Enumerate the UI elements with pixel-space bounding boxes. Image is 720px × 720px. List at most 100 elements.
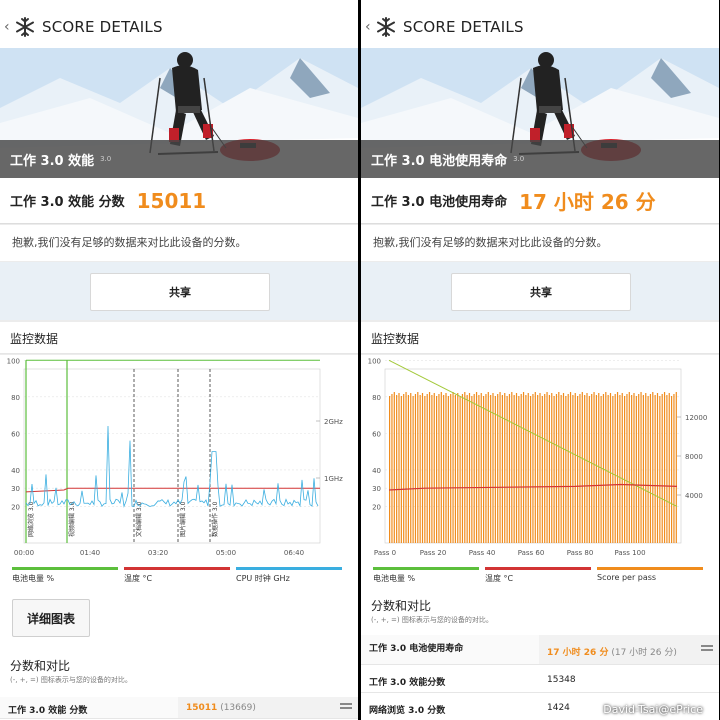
score-bar: [675, 392, 677, 543]
score-bar: [642, 395, 644, 543]
score-bar: [635, 396, 637, 543]
score-bar: [450, 394, 452, 543]
score-bar: [565, 396, 567, 543]
score-bar: [647, 396, 649, 543]
y-tick-label: 100: [7, 357, 20, 365]
monitor-title: 监控数据: [0, 322, 358, 354]
table-row[interactable]: 工作 3.0 电池使用寿命 17 小时 26 分 (17 小时 26 分): [361, 635, 719, 665]
score-bar: [555, 394, 558, 543]
temperature-line: [25, 487, 320, 493]
page-title: SCORE DETAILS: [403, 18, 524, 36]
score-bar: [480, 393, 482, 543]
score-bar: [640, 392, 642, 543]
table-row[interactable]: 工作 3.0 效能 分数 15011 (13669): [0, 697, 358, 719]
score-bar: [393, 392, 395, 543]
score-bar: [497, 394, 499, 543]
score-bar: [400, 396, 402, 543]
x-tick-label: Pass 0: [374, 549, 396, 557]
y-right-tick-label: 4000: [685, 492, 703, 500]
hero-image: 工作 3.0 效能 3.0: [0, 48, 358, 178]
no-data-note: 抱歉,我们没有足够的数据来对比此设备的分数。: [361, 225, 719, 261]
score-bar: [443, 395, 445, 543]
x-tick-label: 05:00: [216, 549, 236, 557]
score-bar: [490, 395, 492, 543]
compare-subtitle: (-, +, =) 图标表示与您的设备的对比。: [371, 616, 493, 624]
y-tick-label: 40: [11, 467, 20, 475]
score-bar: [428, 392, 431, 543]
score-bar: [628, 392, 630, 543]
score-bar: 工作 3.0 效能 分数 15011: [0, 178, 358, 224]
score-bar: [424, 396, 426, 543]
score-bar: [656, 393, 659, 543]
share-section: 共享: [0, 262, 358, 320]
legend-score-per-pass: Score per pass: [597, 567, 703, 582]
score-bar: [417, 392, 419, 543]
no-data-note: 抱歉,我们没有足够的数据来对比此设备的分数。: [0, 225, 358, 261]
menu-icon[interactable]: [340, 703, 352, 713]
hero-title: 工作 3.0 电池使用寿命: [371, 153, 508, 169]
back-icon[interactable]: ‹: [365, 19, 375, 35]
score-bar: [494, 396, 496, 543]
score-bar: [391, 394, 393, 543]
snowflake-icon: [16, 17, 34, 37]
phase-label: 网络浏览 3.0: [27, 501, 35, 537]
y-tick-label: 60: [372, 430, 381, 438]
score-bar: [633, 393, 635, 543]
back-icon[interactable]: ‹: [4, 19, 14, 35]
x-tick-label: Pass 80: [567, 549, 594, 557]
phase-label: 数据操作 3.0: [211, 501, 219, 537]
score-bar: [398, 393, 400, 543]
score-bar: [419, 395, 421, 543]
score-bar: [553, 396, 555, 543]
score-bar: [471, 396, 473, 543]
share-button[interactable]: 共享: [451, 273, 631, 311]
score-bar: [551, 393, 553, 543]
score-bar: [511, 392, 513, 543]
y-tick-label: 20: [372, 503, 381, 511]
score-bar: [546, 392, 548, 543]
score-bar: [527, 393, 529, 543]
score-bar: [593, 392, 595, 543]
score-label: 工作 3.0 效能 分数: [10, 195, 125, 210]
score-label: 工作 3.0 电池使用寿命: [371, 195, 508, 210]
legend-temperature: 温度 °C: [124, 567, 230, 584]
x-tick-label: 06:40: [284, 549, 304, 557]
score-bar: [520, 394, 522, 543]
score-bar: [626, 394, 628, 543]
hero-title: 工作 3.0 效能: [10, 153, 95, 169]
score-bar: [461, 394, 464, 543]
score-bar: [579, 394, 581, 543]
y-tick-label: 30: [11, 485, 20, 493]
score-bar: [560, 395, 562, 543]
detail-chart-button[interactable]: 详细图表: [12, 599, 90, 637]
y-right-tick-label: 12000: [685, 414, 707, 422]
score-bar: [485, 394, 487, 543]
score-bar: [616, 392, 619, 543]
score-bar: [567, 394, 569, 543]
table-row[interactable]: 工作 3.0 效能分数 15348: [361, 669, 719, 693]
score-bar: [464, 392, 466, 543]
score-bar: [614, 394, 616, 543]
score-bar: [459, 396, 461, 543]
score-bar: [454, 395, 456, 543]
monitor-chart: 20 40 60 80 100 30 00:00 01:40 03:20 05:00 06:40 2G…: [0, 355, 358, 565]
legend-battery: 电池电量 %: [12, 567, 118, 584]
score-bar: [558, 392, 560, 543]
menu-icon[interactable]: [701, 645, 713, 655]
score-bar: [440, 392, 442, 543]
hero-image: 工作 3.0 电池使用寿命 3.0: [361, 48, 719, 178]
score-bar: [652, 392, 654, 543]
share-button[interactable]: 共享: [90, 273, 270, 311]
score-bar: [412, 396, 414, 543]
monitor-title: 监控数据: [361, 322, 719, 354]
score-bar: [541, 396, 543, 543]
score-bar: [518, 396, 520, 543]
hero-title-band: 工作 3.0 电池使用寿命 3.0: [361, 140, 719, 178]
score-bar: [403, 394, 405, 543]
compare-title: 分数和对比: [10, 659, 71, 673]
y-tick-label: 60: [11, 430, 20, 438]
score-bar: [649, 394, 652, 543]
score-bar: [433, 393, 435, 543]
score-bar: [569, 392, 572, 543]
x-tick-label: Pass 40: [469, 549, 496, 557]
